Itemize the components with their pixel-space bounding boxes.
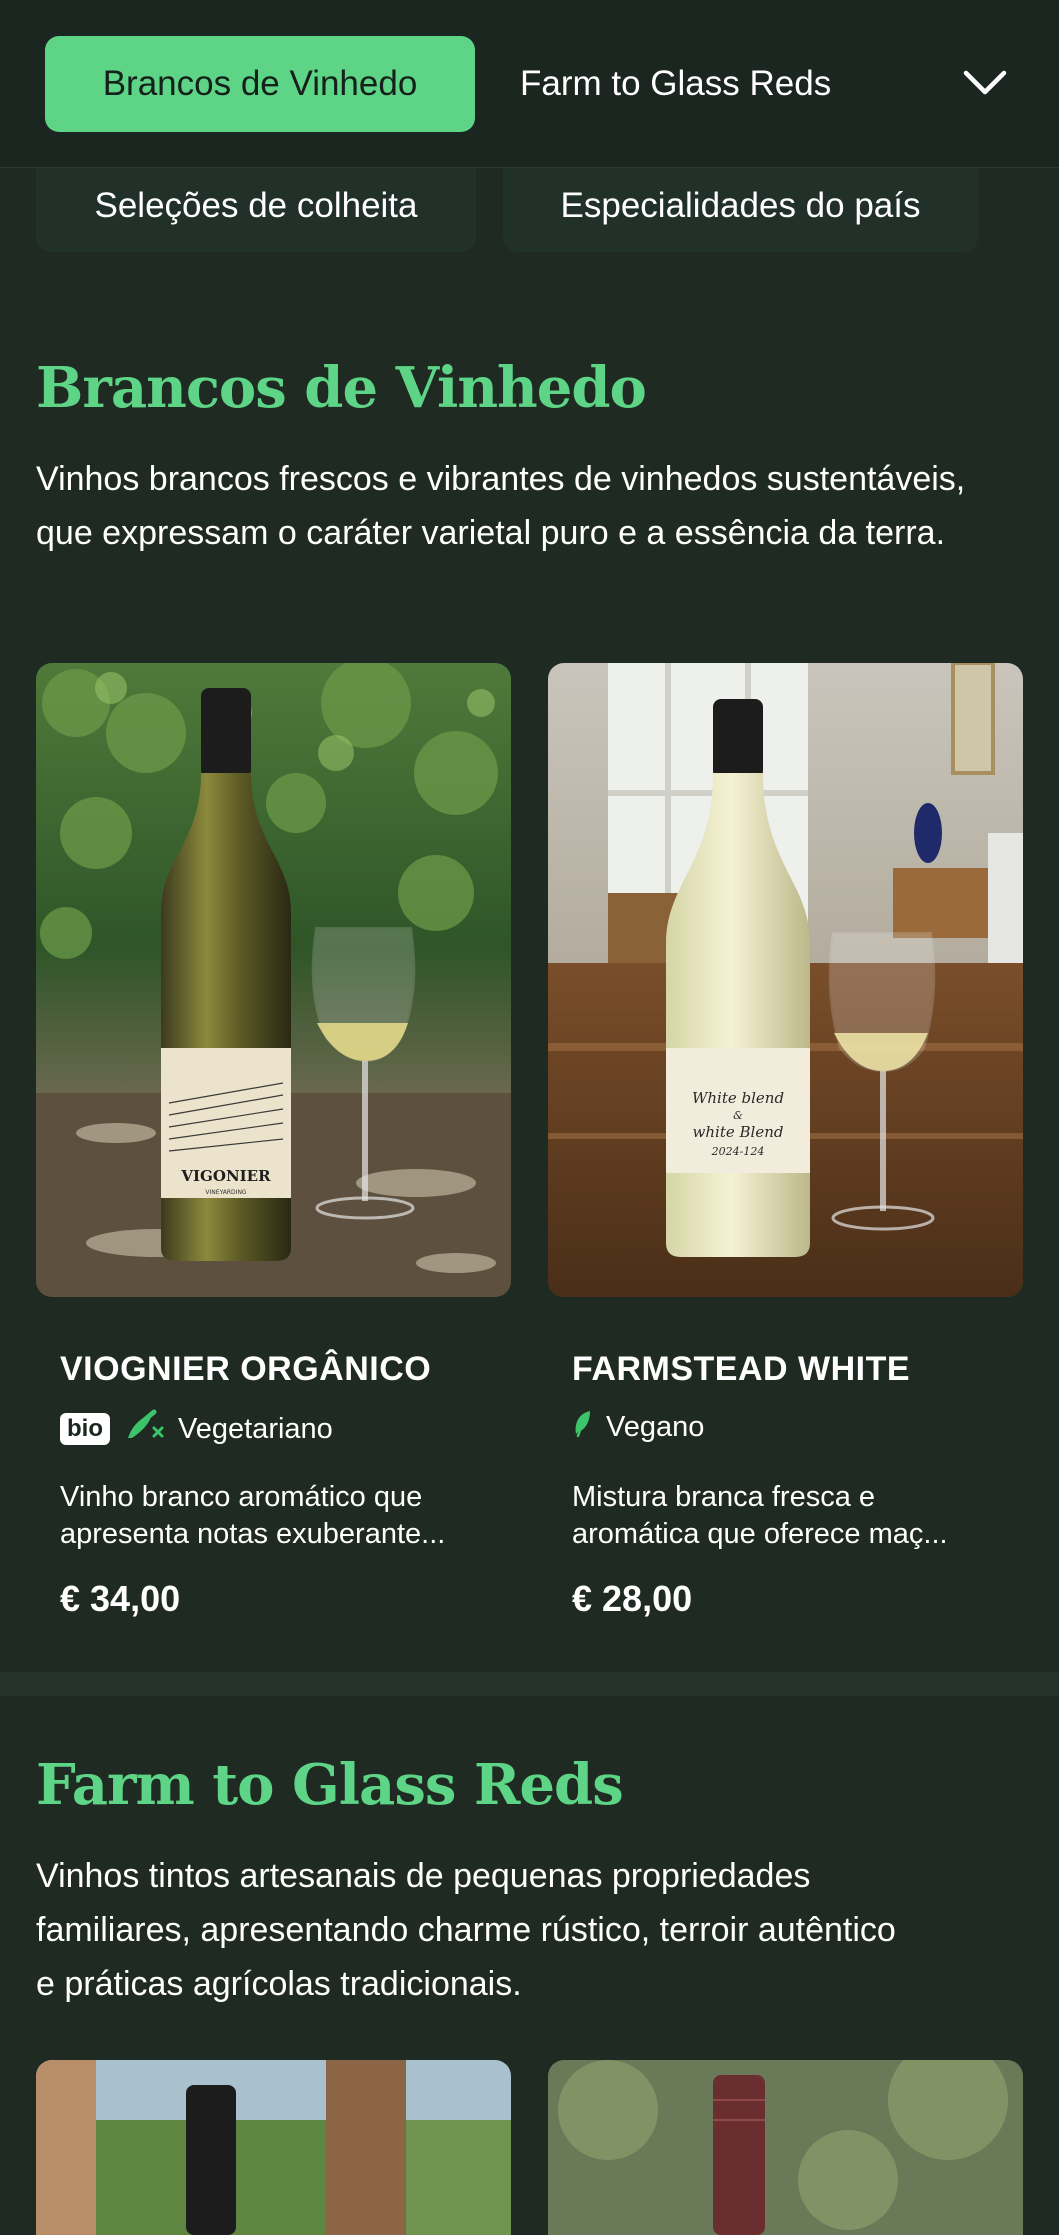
description-line: apresenta notas exuberante...	[60, 1518, 446, 1550]
bottle-label-subtext: VINEYARDING	[205, 1189, 247, 1196]
product-tag-label: Vegano	[606, 1410, 705, 1443]
bottle-label-line: white Blend	[693, 1123, 784, 1141]
bottle-label-line: 2024-124	[711, 1145, 765, 1158]
product-price: € 28,00	[572, 1578, 693, 1619]
description-line: aromática que oferece maç...	[572, 1518, 948, 1550]
pill-label: Seleções de colheita	[94, 186, 418, 225]
product-name[interactable]: FARMSTEAD WHITE	[572, 1350, 910, 1389]
section-title: Brancos de Vinhedo	[36, 355, 647, 421]
bottle-label-line: White blend	[692, 1089, 784, 1107]
chevron-down-icon[interactable]	[955, 58, 1015, 108]
section-title: Farm to Glass Reds	[36, 1752, 624, 1818]
description-line: Vinho branco aromático que	[60, 1481, 423, 1513]
pill-label: Especialidades do país	[560, 186, 921, 225]
section-description: Vinhos tintos artesanais de pequenas pro…	[36, 1849, 1026, 2011]
product-image-viognier[interactable]: VIGONIER VINEYARDING	[36, 663, 511, 1297]
product-price: € 34,00	[60, 1578, 181, 1619]
bio-badge: bio	[60, 1413, 110, 1445]
tab-brancos-de-vinhedo[interactable]: Brancos de Vinhedo	[45, 36, 475, 132]
description-line: familiares, apresentando charme rústico,…	[36, 1911, 896, 1949]
product-tags: bio Vegetariano	[60, 1408, 333, 1450]
section-divider	[0, 1672, 1059, 1696]
product-image-red-2[interactable]	[548, 2060, 1023, 2235]
leaf-icon	[572, 1408, 592, 1446]
tab-label: Brancos de Vinhedo	[102, 64, 418, 103]
vegetarian-icon	[124, 1408, 164, 1450]
product-image-farmstead[interactable]: White blend & white Blend 2024-124	[548, 663, 1023, 1297]
description-line: e práticas agrícolas tradicionais.	[36, 1965, 522, 2003]
tab-farm-to-glass-reds[interactable]: Farm to Glass Reds	[520, 36, 900, 132]
section-description: Vinhos brancos frescos e vibrantes de vi…	[36, 460, 966, 552]
product-tag-label: Vegetariano	[178, 1412, 333, 1445]
product-tags: Vegano	[572, 1408, 704, 1446]
product-description: Vinho branco aromático que apresenta not…	[60, 1479, 490, 1553]
tab-label: Farm to Glass Reds	[520, 64, 832, 103]
product-name[interactable]: VIOGNIER ORGÂNICO	[60, 1350, 431, 1389]
category-nav: Brancos de Vinhedo Farm to Glass Reds	[0, 0, 1059, 168]
product-image-red-1[interactable]	[36, 2060, 511, 2235]
description-line: Vinhos tintos artesanais de pequenas pro…	[36, 1857, 811, 1895]
bottle-label-line: &	[733, 1109, 743, 1122]
product-description: Mistura branca fresca e aromática que of…	[572, 1479, 1002, 1553]
bottle-label-text: VIGONIER	[180, 1167, 271, 1185]
description-line: Mistura branca fresca e	[572, 1481, 876, 1513]
